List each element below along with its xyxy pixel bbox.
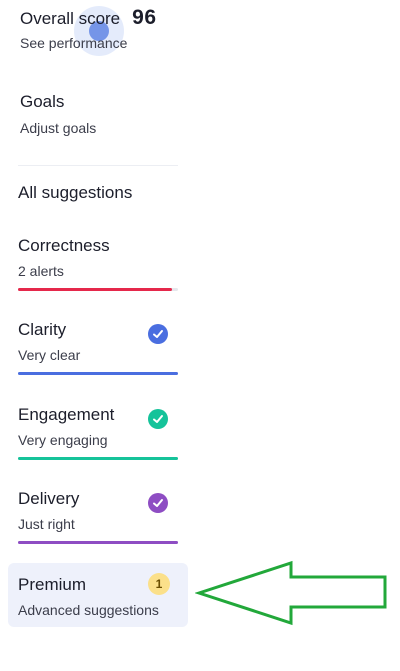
goals-title[interactable]: Goals [20, 92, 64, 112]
category-desc: Just right [18, 516, 75, 532]
check-icon [148, 324, 168, 344]
see-performance-link[interactable]: See performance [20, 35, 127, 51]
category-progress-bar [18, 541, 178, 544]
check-icon [148, 409, 168, 429]
overall-score[interactable]: Overall score 96 [20, 6, 157, 30]
category-progress-bar [18, 288, 178, 291]
category-desc: Very engaging [18, 432, 108, 448]
category-progress-bar [18, 372, 178, 375]
category-progress-fill [18, 372, 178, 375]
category-progress-fill [18, 541, 178, 544]
category-name: Correctness [18, 236, 110, 255]
category-progress-fill [18, 457, 178, 460]
category-name: Engagement [18, 405, 115, 424]
category-name: Clarity [18, 320, 67, 339]
category-name: Delivery [18, 489, 80, 508]
divider [18, 165, 178, 166]
category-progress-fill [18, 288, 172, 291]
premium-count-badge: 1 [148, 573, 170, 595]
category-progress-bar [18, 457, 178, 460]
category-desc: Very clear [18, 347, 81, 363]
category-desc: 2 alerts [18, 263, 64, 279]
all-suggestions-tab[interactable]: All suggestions [18, 183, 132, 203]
overall-score-value: 96 [132, 6, 157, 29]
adjust-goals-link[interactable]: Adjust goals [20, 120, 96, 136]
check-icon [148, 493, 168, 513]
premium-card[interactable]: Premium Advanced suggestions 1 [8, 563, 188, 627]
assistant-sidebar: Overall score 96 See performance Goals A… [0, 0, 400, 671]
arrow-left-icon [195, 560, 387, 626]
overall-score-title: Overall score [20, 9, 121, 28]
premium-desc: Advanced suggestions [18, 602, 159, 618]
premium-title: Premium [18, 575, 87, 594]
